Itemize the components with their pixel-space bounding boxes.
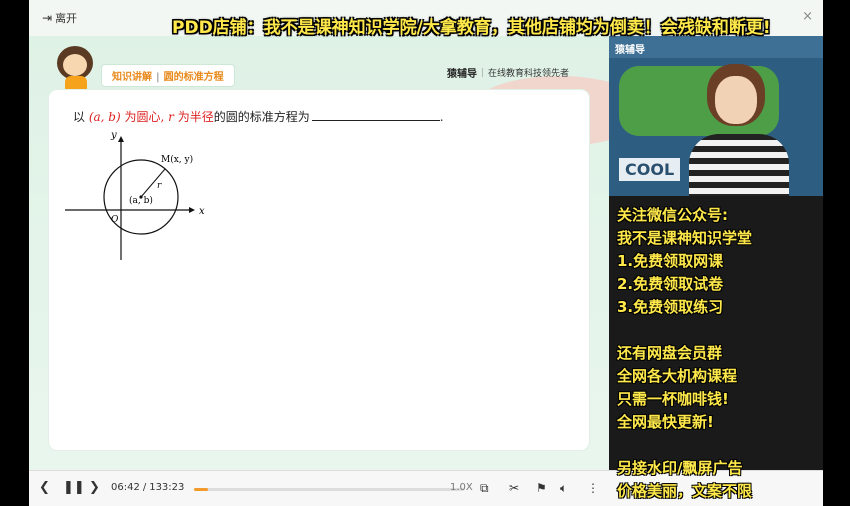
topic-label: 知识讲解 | 圆的标准方程 bbox=[101, 64, 235, 87]
ad-line: 另接水印/飘屏广告 bbox=[617, 459, 743, 477]
more-icon[interactable]: ⋮ bbox=[587, 481, 599, 495]
ad-line: 还有网盘会员群 bbox=[617, 344, 723, 362]
center-label: (a, b) bbox=[129, 195, 153, 206]
pause-icon[interactable]: ❚❚ bbox=[63, 480, 85, 495]
time-display: 06:42/133:23 bbox=[111, 482, 184, 493]
next-icon[interactable]: ❯ bbox=[89, 480, 100, 495]
answer-blank bbox=[311, 109, 440, 121]
question-radius-symbol: r bbox=[168, 110, 174, 124]
ad-line: 全网最快更新! bbox=[617, 413, 714, 431]
point-m-label: M(x, y) bbox=[161, 154, 193, 165]
ad-line: 全网各大机构课程 bbox=[617, 367, 738, 385]
right-panel: 猿辅导 COOL 关注微信公众号: 我不是课神知识学堂 1.免费领取网课 2.免费领取… bbox=[609, 36, 823, 500]
progress-fill bbox=[194, 488, 208, 491]
teacher-figure bbox=[689, 64, 789, 196]
question-center: (a, b) bbox=[88, 110, 121, 124]
ad-line: 关注微信公众号: bbox=[617, 206, 728, 224]
radius-label: r bbox=[157, 181, 162, 191]
ad-line: 只需一杯咖啡钱! bbox=[617, 390, 729, 408]
question-prefix: 以 bbox=[73, 110, 86, 124]
x-axis-label: x bbox=[199, 206, 205, 217]
shop-banner: PDD店铺：我不是课神知识学院/大拿教育，其他店铺均为倒卖！会残缺和断更! bbox=[172, 18, 771, 38]
brand-logo: 猿辅导 bbox=[447, 69, 477, 80]
teacher-webcam: 猿辅导 COOL bbox=[609, 36, 823, 196]
close-button[interactable]: × bbox=[802, 9, 813, 24]
progress-bar[interactable] bbox=[194, 488, 464, 491]
leave-button[interactable]: ⇥ 离开 bbox=[42, 10, 77, 26]
question-text: 以 (a, b) 为圆心, r 为半径的圆的标准方程为. bbox=[73, 108, 444, 125]
ad-line: 3.免费领取练习 bbox=[617, 298, 724, 316]
webcam-brand-logo: 猿辅导 bbox=[615, 45, 645, 56]
brand-tagline: 在线教育科技领先者 bbox=[488, 69, 570, 79]
video-player-frame: ⇥ 离开 × 知识讲解 | 圆的标准方程 猿辅导 | 在线教育科技领先者 以 (a,… bbox=[29, 0, 823, 506]
ad-line: 1.免费领取网课 bbox=[617, 252, 724, 270]
y-axis-arrow bbox=[118, 136, 124, 142]
flag-icon[interactable]: ⚑ bbox=[536, 481, 547, 495]
ad-gap bbox=[617, 319, 817, 342]
topic-category: 知识讲解 bbox=[112, 72, 152, 83]
origin-label: O bbox=[111, 215, 119, 225]
cool-sign: COOL bbox=[619, 158, 681, 181]
volume-icon[interactable]: 🔈︎ bbox=[560, 481, 567, 496]
playback-rate[interactable]: 1.0X bbox=[450, 482, 473, 493]
ad-line: 我不是课神知识学堂 bbox=[617, 229, 753, 247]
exit-icon: ⇥ bbox=[42, 11, 53, 25]
scissors-icon[interactable]: ✂ bbox=[509, 481, 519, 495]
ad-line: 价格美丽，文案不限 bbox=[617, 482, 753, 500]
question-mid2: 为半径 bbox=[177, 110, 214, 124]
previous-icon[interactable]: ❮ bbox=[39, 480, 50, 495]
topic-title: 圆的标准方程 bbox=[163, 72, 224, 83]
time-separator: / bbox=[142, 482, 147, 493]
total-time: 133:23 bbox=[149, 482, 185, 493]
ad-line: 2.免费领取试卷 bbox=[617, 275, 724, 293]
question-suffix: 的圆的标准方程为 bbox=[213, 110, 310, 124]
question-end: . bbox=[439, 110, 444, 124]
radius-line bbox=[140, 168, 166, 198]
ad-gap bbox=[617, 434, 817, 457]
y-axis-label: y bbox=[110, 130, 117, 141]
circle-diagram: y x O M(x, y) (a, b) r bbox=[65, 130, 205, 260]
screenshot-icon[interactable]: ⧉ bbox=[480, 481, 489, 496]
lesson-slide: 知识讲解 | 圆的标准方程 猿辅导 | 在线教育科技领先者 以 (a, b) 为圆心… bbox=[29, 36, 649, 470]
current-time: 06:42 bbox=[111, 482, 140, 493]
brand-header: 猿辅导 | 在线教育科技领先者 bbox=[447, 65, 570, 81]
leave-label: 离开 bbox=[55, 12, 78, 25]
x-axis-arrow bbox=[189, 207, 195, 213]
ad-text-block: 关注微信公众号: 我不是课神知识学堂 1.免费领取网课 2.免费领取试卷 3.免费领取练… bbox=[617, 204, 817, 503]
question-mid1: 为圆心, bbox=[124, 110, 165, 124]
question-card: 以 (a, b) 为圆心, r 为半径的圆的标准方程为. y x O M(x, … bbox=[49, 90, 589, 450]
